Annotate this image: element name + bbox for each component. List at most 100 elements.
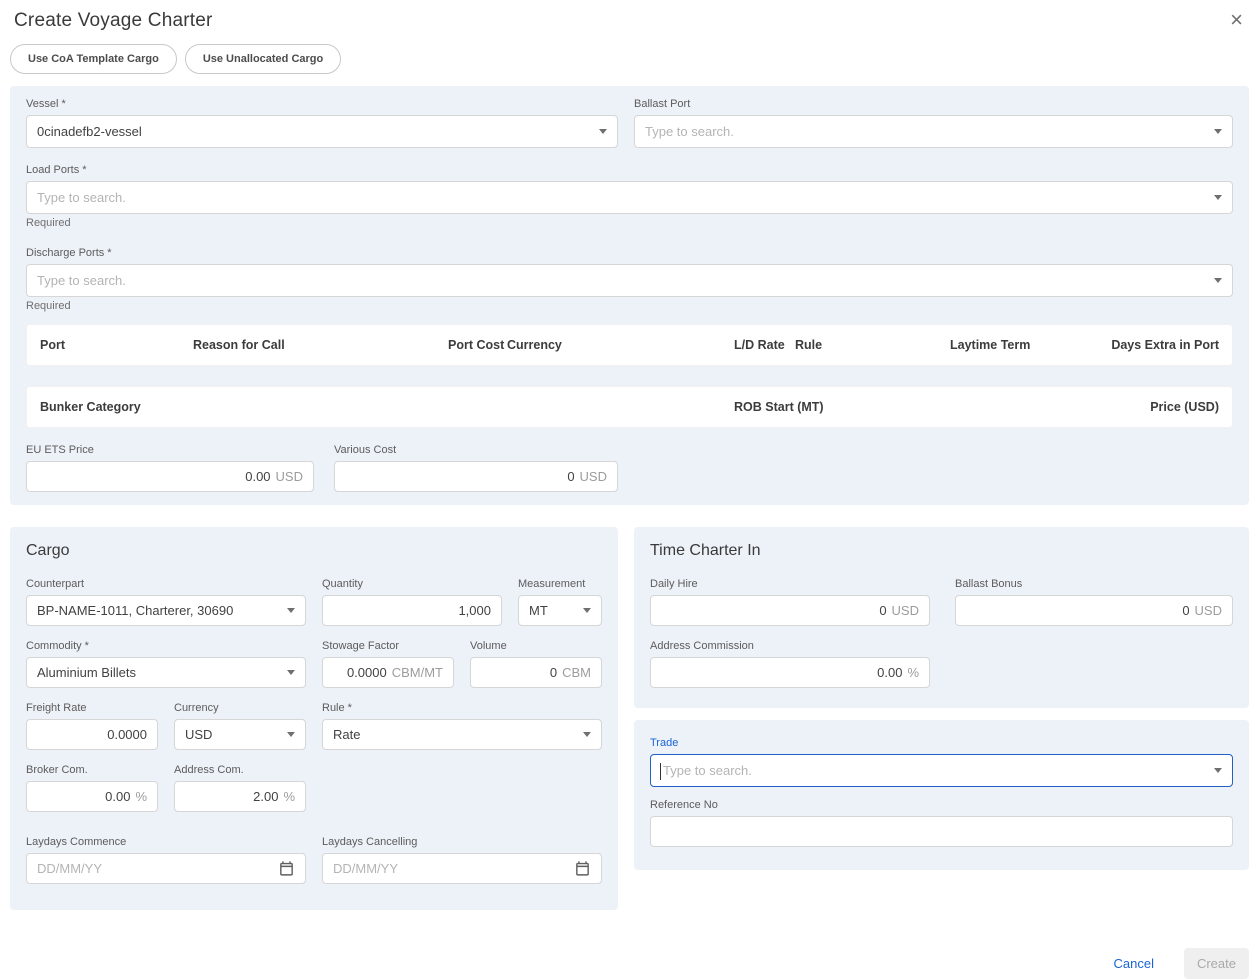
address-commission-label: Address Commission — [650, 640, 930, 652]
address-commission-field[interactable]: 0.00 % — [650, 657, 930, 688]
trade-panel: Trade Reference No — [634, 720, 1249, 870]
trade-select[interactable] — [650, 754, 1233, 787]
address-com-value: 2.00 — [253, 789, 278, 804]
stowage-factor-field[interactable]: 0.0000 CBM/MT — [322, 657, 454, 688]
measurement-value: MT — [529, 603, 575, 618]
time-charter-in-panel: Time Charter In Daily Hire 0 USD Ballast… — [634, 527, 1249, 708]
broker-com-unit: % — [135, 789, 147, 804]
currency-select[interactable]: USD — [174, 719, 306, 750]
dialog-header: Create Voyage Charter × — [0, 0, 1259, 38]
ports-col-port: Port — [40, 338, 65, 352]
calendar-icon[interactable] — [574, 860, 591, 877]
time-charter-in-heading: Time Charter In — [650, 542, 1233, 560]
bunker-col-price: Price (USD) — [1150, 400, 1219, 414]
daily-hire-value: 0 — [879, 603, 886, 618]
eu-ets-price-value: 0.00 — [245, 469, 270, 484]
ballast-bonus-label: Ballast Bonus — [955, 578, 1233, 590]
use-unallocated-cargo-button[interactable]: Use Unallocated Cargo — [185, 44, 341, 74]
quantity-field[interactable]: 1,000 — [322, 595, 502, 626]
ports-col-port-cost: Port Cost — [448, 338, 504, 352]
trade-input[interactable] — [661, 763, 1206, 778]
address-com-unit: % — [283, 789, 295, 804]
discharge-ports-label: Discharge Ports * — [26, 247, 1233, 259]
rule-value: Rate — [333, 727, 575, 742]
counterpart-select[interactable]: BP-NAME-1011, Charterer, 30690 — [26, 595, 306, 626]
vessel-select[interactable]: 0cinadefb2-vessel — [26, 115, 618, 148]
ports-col-laytime-term: Laytime Term — [950, 338, 1030, 352]
vessel-label: Vessel * — [26, 98, 618, 110]
address-commission-unit: % — [907, 665, 919, 680]
stowage-factor-value: 0.0000 — [347, 665, 387, 680]
various-cost-field[interactable]: 0 USD — [334, 461, 618, 492]
bunker-col-category: Bunker Category — [40, 400, 141, 414]
daily-hire-unit: USD — [892, 603, 919, 618]
calendar-icon[interactable] — [278, 860, 295, 877]
bunker-table-header: Bunker Category ROB Start (MT) Price (US… — [26, 386, 1233, 428]
close-icon[interactable]: × — [1230, 10, 1243, 30]
chevron-down-icon — [287, 670, 295, 675]
discharge-ports-required-helper: Required — [26, 300, 1233, 312]
reference-no-field[interactable] — [650, 816, 1233, 847]
measurement-label: Measurement — [518, 578, 602, 590]
vessel-value: 0cinadefb2-vessel — [37, 124, 591, 139]
ports-col-ld-rate: L/D Rate — [734, 338, 785, 352]
counterpart-label: Counterpart — [26, 578, 306, 590]
voyage-panel: Vessel * 0cinadefb2-vessel Ballast Port … — [10, 86, 1249, 505]
ballast-port-label: Ballast Port — [634, 98, 1233, 110]
address-com-label: Address Com. — [174, 764, 306, 776]
ballast-port-select[interactable] — [634, 115, 1233, 148]
counterpart-value: BP-NAME-1011, Charterer, 30690 — [37, 603, 279, 618]
freight-rate-label: Freight Rate — [26, 702, 158, 714]
reference-no-label: Reference No — [650, 799, 1233, 811]
discharge-ports-input[interactable] — [37, 273, 1206, 288]
address-com-field[interactable]: 2.00 % — [174, 781, 306, 812]
trade-label: Trade — [650, 737, 1233, 749]
commodity-select[interactable]: Aluminium Billets — [26, 657, 306, 688]
chevron-down-icon — [583, 732, 591, 737]
freight-rate-field[interactable]: 0.0000 — [26, 719, 158, 750]
chevron-down-icon — [1214, 195, 1222, 200]
reference-no-input[interactable] — [661, 824, 1222, 839]
chevron-down-icon — [287, 608, 295, 613]
laydays-cancelling-field[interactable]: DD/MM/YY — [322, 853, 602, 884]
currency-label: Currency — [174, 702, 306, 714]
daily-hire-label: Daily Hire — [650, 578, 930, 590]
rule-select[interactable]: Rate — [322, 719, 602, 750]
chevron-down-icon — [287, 732, 295, 737]
eu-ets-price-field[interactable]: 0.00 USD — [26, 461, 314, 492]
quantity-value: 1,000 — [458, 603, 491, 618]
text-cursor — [660, 763, 661, 780]
ports-col-days-extra-in-port: Days Extra in Port — [1111, 338, 1219, 352]
various-cost-value: 0 — [567, 469, 574, 484]
ballast-port-input[interactable] — [645, 124, 1206, 139]
rule-label: Rule * — [322, 702, 602, 714]
discharge-ports-select[interactable] — [26, 264, 1233, 297]
page-title: Create Voyage Charter — [14, 10, 213, 32]
create-button[interactable]: Create — [1184, 948, 1249, 979]
currency-value: USD — [185, 727, 279, 742]
chevron-down-icon — [583, 608, 591, 613]
daily-hire-field[interactable]: 0 USD — [650, 595, 930, 626]
cancel-button[interactable]: Cancel — [1114, 956, 1154, 971]
volume-value: 0 — [550, 665, 557, 680]
measurement-select[interactable]: MT — [518, 595, 602, 626]
quantity-label: Quantity — [322, 578, 502, 590]
stowage-factor-label: Stowage Factor — [322, 640, 454, 652]
volume-unit: CBM — [562, 665, 591, 680]
eu-ets-price-label: EU ETS Price — [26, 444, 314, 456]
ports-col-rule: Rule — [795, 338, 822, 352]
chevron-down-icon — [1214, 278, 1222, 283]
chevron-down-icon — [1214, 129, 1222, 134]
broker-com-field[interactable]: 0.00 % — [26, 781, 158, 812]
ballast-bonus-field[interactable]: 0 USD — [955, 595, 1233, 626]
use-coa-template-cargo-button[interactable]: Use CoA Template Cargo — [10, 44, 177, 74]
volume-label: Volume — [470, 640, 602, 652]
load-ports-select[interactable] — [26, 181, 1233, 214]
load-ports-input[interactable] — [37, 190, 1206, 205]
laydays-commence-field[interactable]: DD/MM/YY — [26, 853, 306, 884]
chevron-down-icon — [1214, 768, 1222, 773]
ports-col-currency: Currency — [507, 338, 562, 352]
volume-field[interactable]: 0 CBM — [470, 657, 602, 688]
commodity-label: Commodity * — [26, 640, 306, 652]
freight-rate-value: 0.0000 — [107, 727, 147, 742]
